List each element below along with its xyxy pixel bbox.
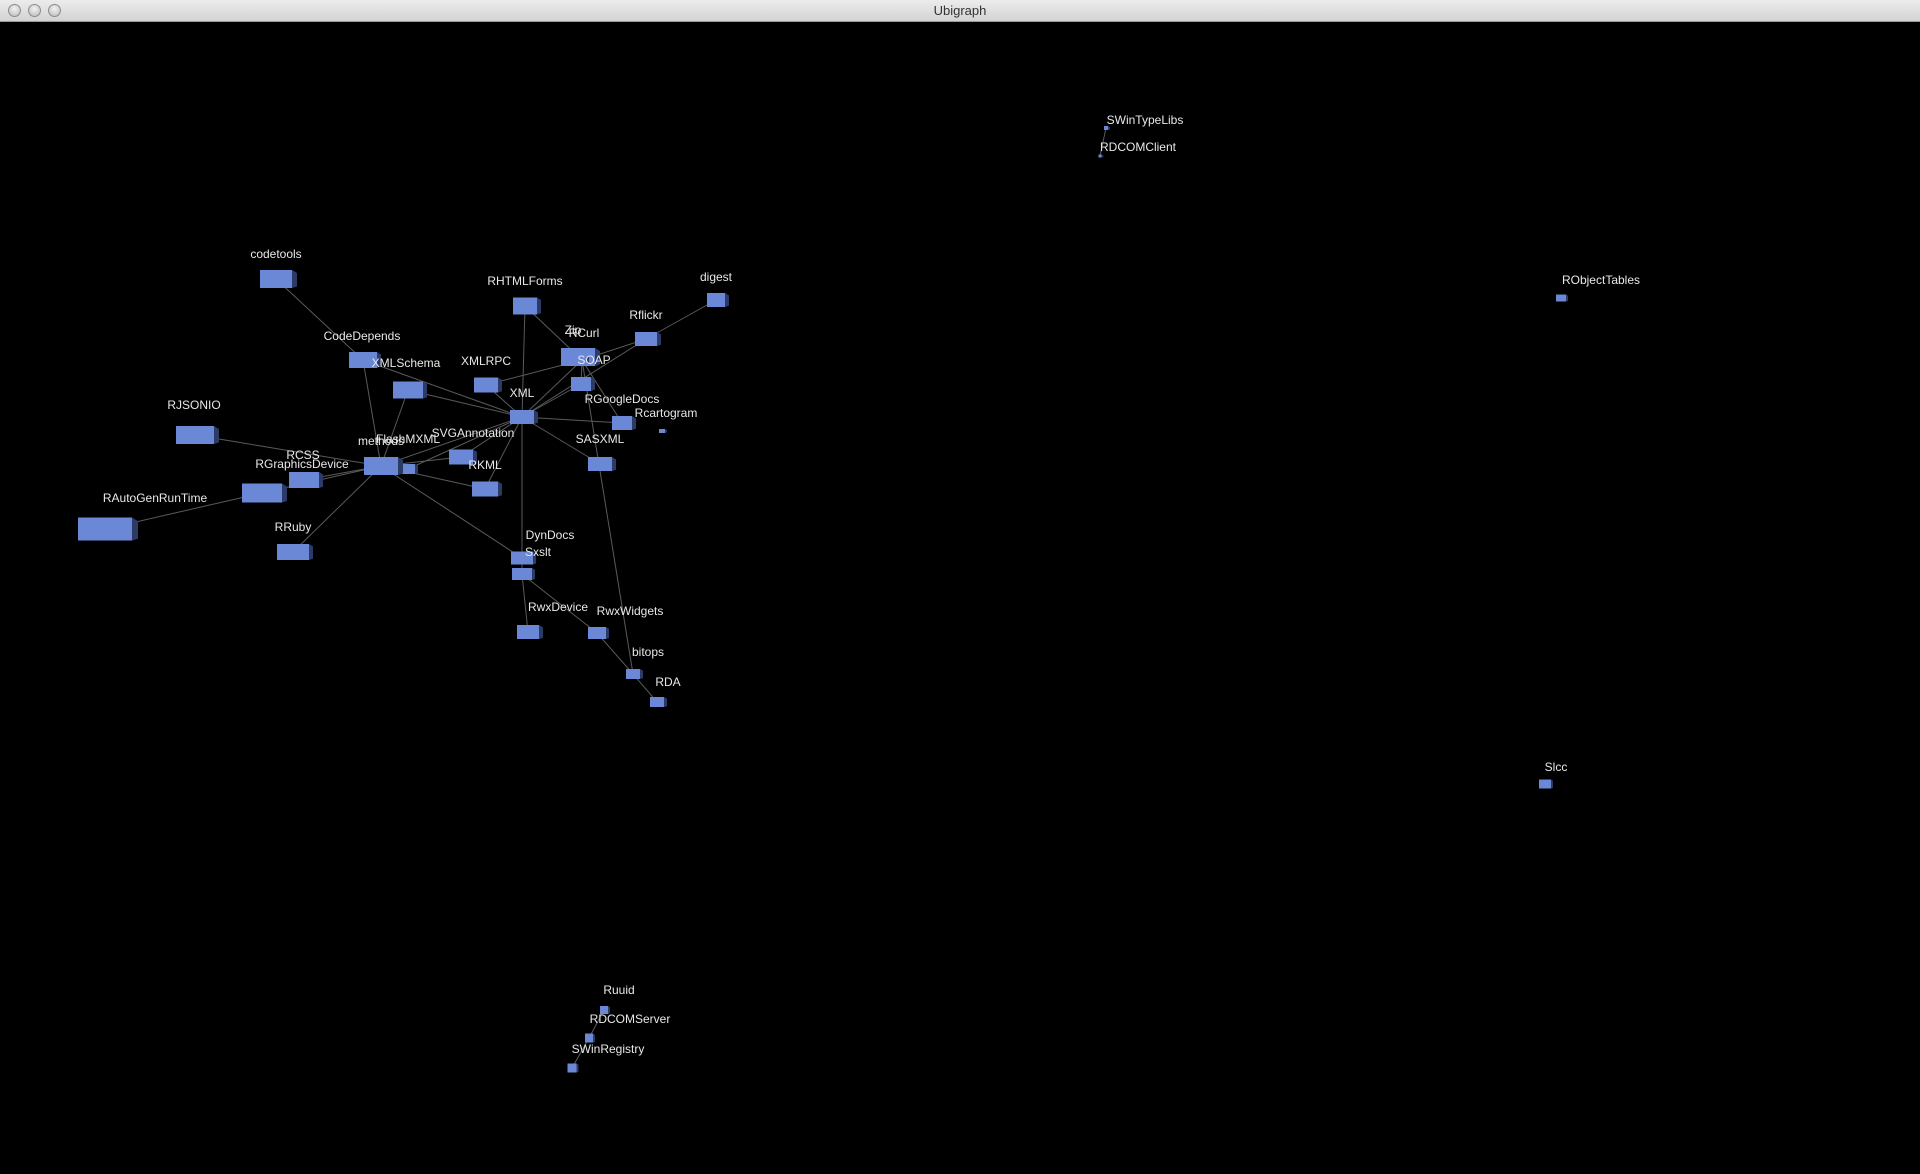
node-label: RRuby xyxy=(275,520,312,534)
node-label: Rcartogram xyxy=(635,406,698,420)
node-label: RAutoGenRunTime xyxy=(103,491,208,505)
node-label: XMLRPC xyxy=(461,354,511,368)
node-block[interactable] xyxy=(510,410,534,424)
graph-node-rdcomclient[interactable]: RDCOMClient xyxy=(1098,140,1177,158)
graph-node-xmlrpc[interactable]: XMLRPC xyxy=(461,354,511,393)
node-label: SASXML xyxy=(576,432,625,446)
node-label: RKML xyxy=(468,458,502,472)
node-label: bitops xyxy=(632,645,664,659)
node-block[interactable] xyxy=(707,293,725,307)
graph-node-ruuid[interactable]: Ruuid xyxy=(600,983,635,1014)
node-label: SWinTypeLibs xyxy=(1107,113,1184,127)
graph-edge xyxy=(380,465,523,559)
node-block[interactable] xyxy=(393,381,423,399)
node-label: RGraphicsDevice xyxy=(255,457,349,471)
graph-node-methods[interactable]: methods xyxy=(358,434,404,475)
graph-node-rwxwidgets[interactable]: RwxWidgets xyxy=(588,604,663,639)
graph-node-bitops[interactable]: bitops xyxy=(626,645,664,679)
graph-node-rflickr[interactable]: Rflickr xyxy=(629,308,663,346)
node-block[interactable] xyxy=(472,481,498,497)
node-label: RHTMLForms xyxy=(487,274,562,288)
node-block[interactable] xyxy=(1539,779,1551,789)
node-block[interactable] xyxy=(1098,154,1102,158)
window-titlebar[interactable]: Ubigraph xyxy=(0,0,1920,22)
node-block[interactable] xyxy=(513,297,537,315)
node-block[interactable] xyxy=(635,332,657,346)
graph-node-robjecttables[interactable]: RObjectTables xyxy=(1556,273,1640,302)
node-label: DynDocs xyxy=(526,528,575,542)
node-label: RDCOMClient xyxy=(1100,140,1177,154)
graph-node-rruby[interactable]: RRuby xyxy=(275,520,313,560)
node-label: methods xyxy=(358,434,404,448)
ubigraph-window: Ubigraph codetools CodeDepends XMLSchema XM… xyxy=(0,0,1920,1174)
node-block[interactable] xyxy=(176,426,214,444)
node-label: CodeDepends xyxy=(324,329,401,343)
node-block[interactable] xyxy=(474,377,498,393)
node-block[interactable] xyxy=(78,517,132,541)
node-block[interactable] xyxy=(588,627,606,639)
node-label: RCurl xyxy=(569,326,600,340)
node-block[interactable] xyxy=(277,544,309,560)
graph-node-swinregistry[interactable]: SWinRegistry xyxy=(567,1042,645,1073)
node-block[interactable] xyxy=(517,625,539,639)
node-label: Rflickr xyxy=(629,308,662,322)
node-label: RObjectTables xyxy=(1562,273,1640,287)
node-block[interactable] xyxy=(650,697,664,707)
node-label: Slcc xyxy=(1545,760,1568,774)
graph-edge xyxy=(362,359,382,467)
graph-node-rcartogram[interactable]: Rcartogram xyxy=(635,406,698,433)
node-block[interactable] xyxy=(626,669,640,679)
node-block[interactable] xyxy=(659,429,665,433)
graph-edge xyxy=(521,305,526,418)
node-label: RwxWidgets xyxy=(597,604,664,618)
graph-node-xml[interactable]: XML xyxy=(510,386,538,424)
graph-node-rautogenruntime[interactable]: RAutoGenRunTime xyxy=(78,491,207,541)
node-block[interactable] xyxy=(260,270,292,288)
node-block[interactable] xyxy=(588,457,612,471)
node-block[interactable] xyxy=(571,377,591,391)
node-label: XMLSchema xyxy=(372,356,441,370)
node-block[interactable] xyxy=(512,568,532,580)
node-block[interactable] xyxy=(1556,294,1566,302)
node-label: Ruuid xyxy=(603,983,634,997)
graph-node-rwxdevice[interactable]: RwxDevice xyxy=(517,600,588,639)
graph-svg[interactable]: codetools CodeDepends XMLSchema XMLRPC RHTML… xyxy=(0,22,1920,1174)
graph-edge xyxy=(275,278,364,361)
graph-nodes: codetools CodeDepends XMLSchema XMLRPC RHTML… xyxy=(78,113,1640,1073)
graph-node-soap[interactable]: SOAP xyxy=(571,353,611,391)
node-label: SOAP xyxy=(577,353,610,367)
graph-canvas[interactable]: codetools CodeDepends XMLSchema XMLRPC RHTML… xyxy=(0,22,1920,1174)
node-block[interactable] xyxy=(401,464,415,474)
graph-node-digest[interactable]: digest xyxy=(700,270,733,307)
node-label: Sxslt xyxy=(525,545,552,559)
graph-node-codetools[interactable]: codetools xyxy=(250,247,302,288)
graph-node-xmlschema[interactable]: XMLSchema xyxy=(372,356,441,399)
graph-node-rdcomserver[interactable]: RDCOMServer xyxy=(585,1012,670,1043)
node-block[interactable] xyxy=(567,1063,577,1073)
node-label: RJSONIO xyxy=(167,398,220,412)
node-label: RwxDevice xyxy=(528,600,588,614)
window-title: Ubigraph xyxy=(933,3,987,18)
graph-node-swintypelibs[interactable]: SWinTypeLibs xyxy=(1104,113,1183,130)
graph-node-rhtmlforms[interactable]: RHTMLForms xyxy=(487,274,563,315)
graph-edges xyxy=(104,127,1107,1069)
graph-node-slcc[interactable]: Slcc xyxy=(1539,760,1567,789)
node-block[interactable] xyxy=(289,472,319,488)
node-label: codetools xyxy=(250,247,301,261)
graph-edge xyxy=(380,389,409,467)
graph-node-rkml[interactable]: RKML xyxy=(468,458,502,497)
graph-node-sasxml[interactable]: SASXML xyxy=(576,432,625,471)
node-label: SVGAnnotation xyxy=(432,426,515,440)
node-label: RGoogleDocs xyxy=(585,392,660,406)
node-block[interactable] xyxy=(612,416,632,430)
node-block[interactable] xyxy=(364,457,398,475)
node-label: SWinRegistry xyxy=(572,1042,645,1056)
node-label: digest xyxy=(700,270,733,284)
node-block[interactable] xyxy=(242,483,282,503)
node-label: RDA xyxy=(655,675,680,689)
node-label: RDCOMServer xyxy=(590,1012,671,1026)
graph-node-rda[interactable]: RDA xyxy=(650,675,681,707)
node-label: XML xyxy=(510,386,535,400)
graph-node-rjsonio[interactable]: RJSONIO xyxy=(167,398,221,444)
